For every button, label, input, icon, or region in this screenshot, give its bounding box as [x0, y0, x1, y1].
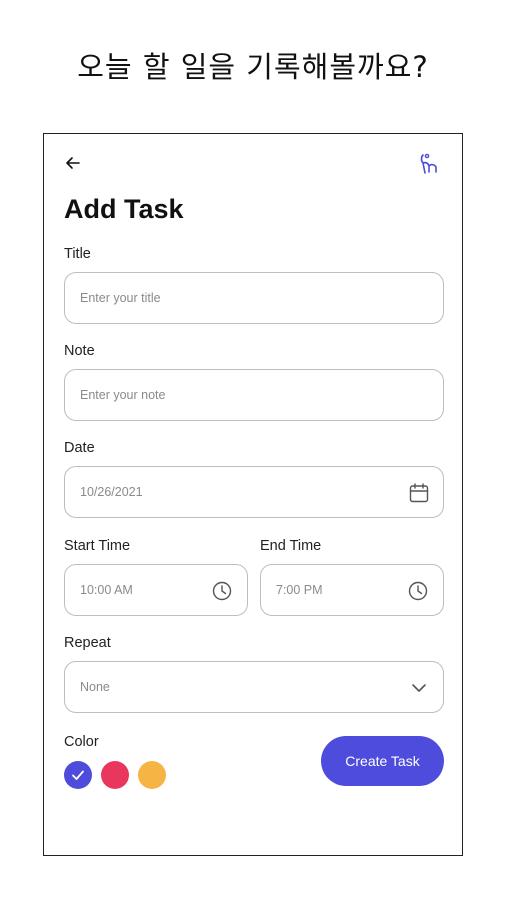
start-time-label: Start Time: [64, 538, 131, 554]
start-time-field[interactable]: 10:00 AM: [64, 564, 248, 616]
title-input[interactable]: Enter your title: [64, 272, 444, 324]
repeat-select[interactable]: None: [64, 661, 444, 713]
color-swatch-blue[interactable]: [64, 761, 92, 789]
page-title: Add Task: [64, 194, 184, 224]
check-icon: [72, 770, 84, 780]
note-placeholder: Enter your note: [80, 388, 166, 402]
clock-icon[interactable]: [211, 580, 233, 602]
note-input[interactable]: Enter your note: [64, 369, 444, 421]
end-time-label: End Time: [260, 538, 322, 554]
profile-icon[interactable]: [417, 152, 441, 176]
date-value: 10/26/2021: [80, 485, 143, 499]
repeat-label: Repeat: [64, 635, 111, 651]
end-time-field[interactable]: 7:00 PM: [260, 564, 444, 616]
start-time-value: 10:00 AM: [80, 583, 133, 597]
date-field[interactable]: 10/26/2021: [64, 466, 444, 518]
repeat-value: None: [80, 680, 110, 694]
calendar-icon[interactable]: [408, 482, 430, 504]
app-frame: Add Task Title Enter your title Note Ent…: [43, 133, 463, 856]
title-placeholder: Enter your title: [80, 291, 161, 305]
chevron-down-icon[interactable]: [408, 677, 430, 699]
color-label: Color: [64, 734, 99, 750]
arrow-left-icon[interactable]: [64, 154, 82, 172]
end-time-value: 7:00 PM: [276, 583, 323, 597]
title-label: Title: [64, 246, 91, 262]
date-label: Date: [64, 440, 95, 456]
note-label: Note: [64, 343, 95, 359]
clock-icon[interactable]: [407, 580, 429, 602]
color-swatch-orange[interactable]: [138, 761, 166, 789]
headline: 오늘 할 일을 기록해볼까요?: [77, 50, 429, 84]
color-swatch-red[interactable]: [101, 761, 129, 789]
create-task-button[interactable]: Create Task: [321, 736, 444, 786]
